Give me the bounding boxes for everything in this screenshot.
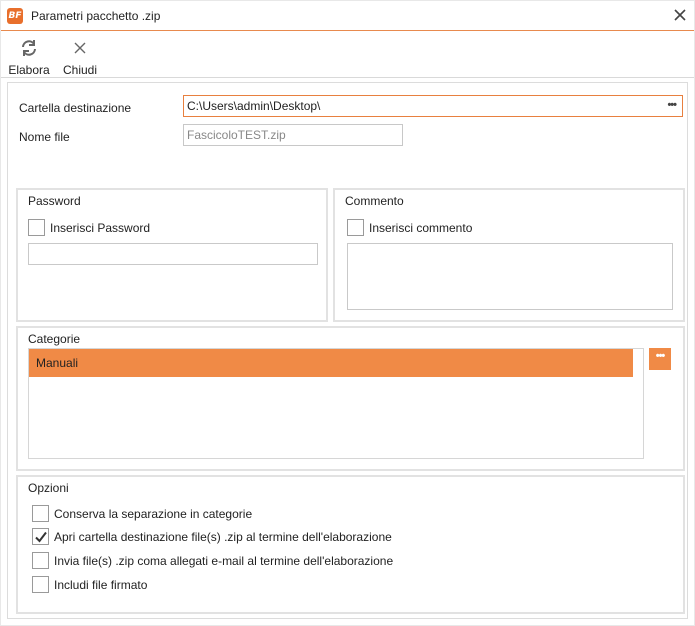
- comment-textarea[interactable]: [347, 243, 673, 310]
- option-label-keep-categories: Conserva la separazione in categorie: [54, 507, 253, 521]
- process-button[interactable]: Elabora: [7, 36, 51, 77]
- option-checkbox-keep-categories[interactable]: [32, 505, 49, 522]
- dest-folder-field[interactable]: C:\Users\admin\Desktop\ •••: [183, 95, 683, 117]
- file-name-label: Nome file: [19, 130, 70, 144]
- refresh-icon: [22, 40, 36, 56]
- categories-list[interactable]: Manuali: [28, 348, 644, 459]
- options-group: Opzioni Conserva la separazione in categ…: [16, 475, 685, 614]
- categories-group: Categorie Manuali •••: [16, 326, 685, 471]
- process-button-label: Elabora: [8, 63, 50, 77]
- file-name-field[interactable]: FascicoloTEST.zip: [183, 124, 403, 146]
- categories-group-title: Categorie: [28, 332, 81, 346]
- window-title: Parametri pacchetto .zip: [31, 9, 161, 23]
- add-category-button[interactable]: •••: [649, 348, 671, 370]
- close-icon: [674, 9, 686, 21]
- comment-checkbox-label: Inserisci commento: [369, 221, 473, 235]
- option-checkbox-send-email[interactable]: [32, 552, 49, 569]
- checkmark-icon: [35, 531, 47, 543]
- password-checkbox-label: Inserisci Password: [50, 221, 151, 235]
- password-group: Password Inserisci Password: [16, 188, 328, 322]
- options-group-title: Opzioni: [28, 481, 69, 495]
- dest-folder-value: C:\Users\admin\Desktop\: [187, 99, 321, 113]
- file-name-placeholder: FascicoloTEST.zip: [187, 128, 286, 142]
- dialog-window: BF Parametri pacchetto .zip Elabora Chiu…: [0, 0, 695, 626]
- option-label-send-email: Invia file(s) .zip coma allegati e-mail …: [54, 554, 394, 568]
- close-button-label: Chiudi: [62, 63, 98, 77]
- password-group-title: Password: [28, 194, 81, 208]
- window-close-button[interactable]: [672, 7, 688, 23]
- close-icon: [74, 42, 86, 54]
- option-checkbox-include-signed[interactable]: [32, 576, 49, 593]
- comment-group-title: Commento: [345, 194, 404, 208]
- comment-checkbox[interactable]: [347, 219, 364, 236]
- close-button[interactable]: Chiudi: [59, 36, 101, 77]
- list-item-label: Manuali: [36, 356, 79, 370]
- dest-folder-label: Cartella destinazione: [19, 101, 132, 115]
- list-item[interactable]: Manuali: [29, 349, 633, 377]
- password-checkbox[interactable]: [28, 219, 45, 236]
- browse-folder-button[interactable]: •••: [667, 99, 677, 111]
- title-bar: BF Parametri pacchetto .zip: [1, 1, 694, 31]
- option-checkbox-open-folder[interactable]: [32, 528, 49, 545]
- option-label-open-folder: Apri cartella destinazione file(s) .zip …: [54, 530, 392, 544]
- app-logo-icon: BF: [7, 8, 23, 24]
- option-label-include-signed: Includi file firmato: [54, 578, 148, 592]
- dialog-content: Cartella destinazione C:\Users\admin\Des…: [7, 82, 688, 619]
- password-input[interactable]: [28, 243, 318, 265]
- toolbar: Elabora Chiudi: [1, 32, 694, 78]
- comment-group: Commento Inserisci commento: [333, 188, 685, 322]
